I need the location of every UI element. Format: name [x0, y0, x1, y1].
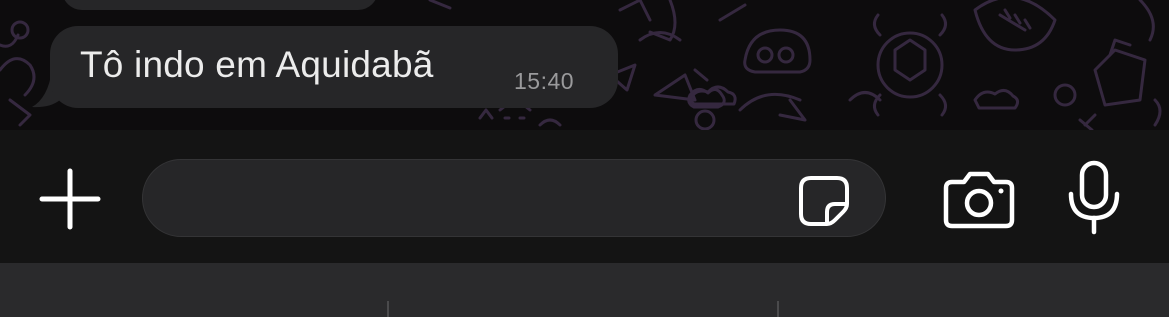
keyboard-area — [0, 263, 1169, 317]
message-bubble[interactable]: Tô indo em Aquidabã 15:40 — [50, 26, 618, 108]
keyboard-divider — [777, 301, 779, 317]
microphone-icon[interactable] — [1066, 160, 1122, 236]
sticker-icon[interactable] — [797, 174, 851, 228]
composer-bar — [0, 130, 1169, 263]
chat-screen: Tô indo em Aquidabã 15:40 — [0, 0, 1169, 317]
previous-message-bubble[interactable] — [62, 0, 378, 10]
chat-message-area[interactable]: Tô indo em Aquidabã 15:40 — [0, 0, 1169, 130]
keyboard-divider — [387, 301, 389, 317]
message-text: Tô indo em Aquidabã — [80, 44, 434, 85]
plus-icon[interactable] — [38, 167, 102, 231]
camera-icon[interactable] — [942, 170, 1016, 230]
message-input[interactable] — [171, 160, 795, 238]
message-input-field[interactable] — [142, 159, 886, 238]
message-timestamp: 15:40 — [514, 68, 575, 94]
